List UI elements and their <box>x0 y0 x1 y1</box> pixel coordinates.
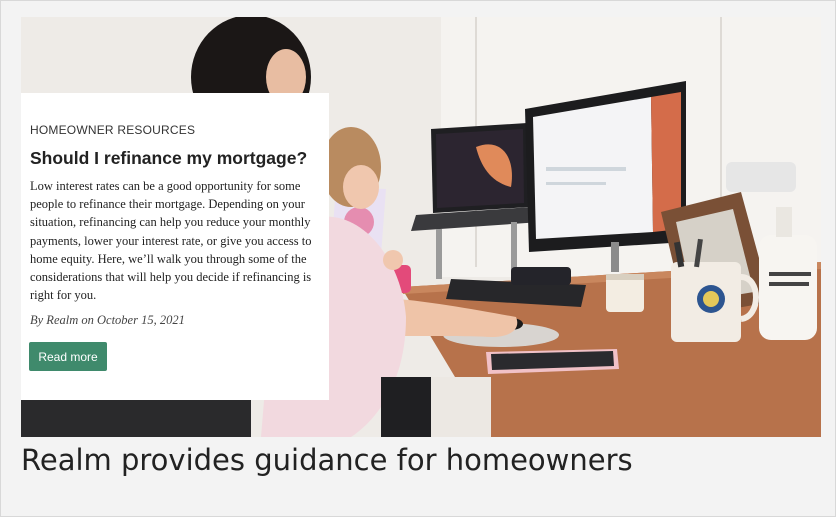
article-card: HOMEOWNER RESOURCES Should I refinance m… <box>21 93 329 400</box>
article-title[interactable]: Should I refinance my mortgage? <box>30 148 320 169</box>
article-category: HOMEOWNER RESOURCES <box>30 123 196 137</box>
read-more-button[interactable]: Read more <box>29 342 107 371</box>
image-caption: Realm provides guidance for homeowners <box>21 443 633 477</box>
article-excerpt: Low interest rates can be a good opportu… <box>30 179 312 303</box>
article-byline: By Realm on October 15, 2021 <box>30 313 185 327</box>
